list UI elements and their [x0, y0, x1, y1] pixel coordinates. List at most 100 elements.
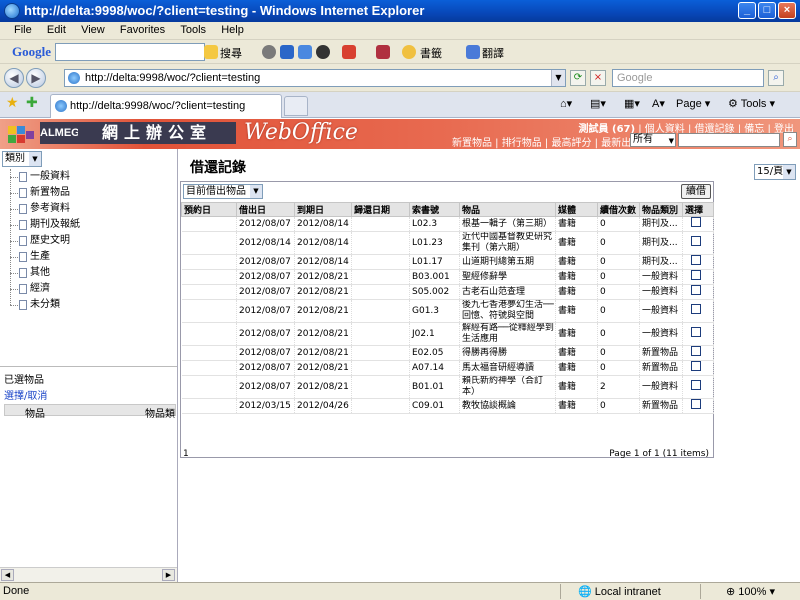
tools-menu[interactable]: ⚙ Tools ▾ [728, 97, 775, 110]
selected-col-item[interactable]: 物品 [25, 405, 45, 420]
page-link-1[interactable]: 1 [183, 449, 189, 459]
sidebar-horizontal-scrollbar[interactable]: ◀ ▶ [0, 567, 177, 582]
tree-item-new[interactable]: 新置物品 [8, 185, 80, 201]
row-select-checkbox[interactable] [691, 346, 701, 356]
menu-help[interactable]: Help [215, 22, 250, 38]
col-item[interactable]: 物品 [459, 202, 556, 217]
menu-tools[interactable]: Tools [174, 22, 212, 38]
stop-button[interactable]: × [590, 70, 606, 86]
category-select[interactable]: 類別 ▼ [2, 151, 42, 167]
row-select-checkbox[interactable] [691, 380, 701, 390]
menu-file[interactable]: File [8, 22, 38, 38]
print-icon[interactable]: ▤▾ [590, 97, 606, 110]
table-row[interactable]: 2012/08/07 2012/08/21 G01.3 後九七香港夢幻生活──回憶、符… [181, 299, 714, 323]
link-new-items[interactable]: 新置物品 [452, 138, 492, 149]
minimize-button[interactable]: _ [738, 2, 756, 19]
globe-icon[interactable] [316, 45, 330, 59]
row-select-checkbox[interactable] [691, 270, 701, 280]
col-select[interactable]: 選擇 [682, 202, 714, 217]
table-row[interactable]: 2012/08/07 2012/08/21 E02.05 得勝再得勝 書籍 0 新置物品 [181, 345, 714, 361]
page-menu[interactable]: Page ▾ [676, 97, 710, 110]
tree-item-production[interactable]: 生產 [8, 249, 80, 265]
table-row[interactable]: 2012/08/07 2012/08/21 S05.002 古老石山范查理 書籍 0 一般資… [181, 284, 714, 300]
new-tab-button[interactable] [284, 96, 308, 116]
menu-view[interactable]: View [75, 22, 111, 38]
site-search-icon[interactable]: ⌕ [783, 132, 797, 147]
translate-icon[interactable] [466, 45, 480, 59]
col-due-date[interactable]: 到期日 [294, 202, 352, 217]
col-borrow-date[interactable]: 借出日 [236, 202, 295, 217]
col-item-type[interactable]: 物品類別 [639, 202, 683, 217]
scroll-right-icon[interactable]: ▶ [162, 569, 175, 581]
address-dropdown-icon[interactable]: ▼ [551, 70, 565, 86]
back-button[interactable]: ◀ [4, 68, 24, 88]
sidebar-splitter[interactable] [0, 366, 177, 370]
favorites-star-icon[interactable]: ★ [6, 95, 19, 111]
table-row[interactable]: 2012/08/07 2012/08/21 B03.001 聖經修辭學 書籍 0 一般資料 [181, 269, 714, 285]
block-icon[interactable] [262, 45, 276, 59]
col-reserve-date[interactable]: 預約日 [181, 202, 237, 217]
row-select-checkbox[interactable] [691, 255, 701, 265]
table-row[interactable]: 2012/08/07 2012/08/21 B01.01 賴氏新約神學（合訂本） 書籍 2… [181, 375, 714, 399]
col-media[interactable]: 媒體 [555, 202, 598, 217]
mail-icon[interactable] [342, 45, 356, 59]
renew-button[interactable]: 續借 [681, 184, 711, 199]
forward-button[interactable]: ▶ [26, 68, 46, 88]
table-row[interactable]: 2012/08/14 2012/08/14 L01.23 近代中國基督教史研究集刊（第… [181, 231, 714, 255]
row-select-checkbox[interactable] [691, 236, 701, 246]
link-ranking[interactable]: 排行物品 [502, 138, 542, 149]
row-select-checkbox[interactable] [691, 285, 701, 295]
close-window-button[interactable]: × [778, 2, 796, 19]
tree-item-general[interactable]: 一般資料 [8, 169, 80, 185]
tree-item-reference[interactable]: 參考資料 [8, 201, 80, 217]
star-icon[interactable] [402, 45, 416, 59]
col-call-number[interactable]: 索書號 [409, 202, 460, 217]
text-size-icon[interactable]: A▾ [652, 97, 665, 110]
row-select-checkbox[interactable] [691, 304, 701, 314]
site-search-input[interactable] [678, 133, 780, 147]
search-icon[interactable] [204, 45, 218, 59]
search-go-icon[interactable]: ⌕ [768, 70, 784, 86]
refresh-button[interactable]: ⟳ [570, 70, 586, 86]
selected-col-type[interactable]: 物品類 [145, 405, 175, 420]
row-select-checkbox[interactable] [691, 217, 701, 227]
row-select-checkbox[interactable] [691, 327, 701, 337]
google-search-button[interactable]: 搜尋 [220, 45, 242, 61]
menu-edit[interactable]: Edit [41, 22, 72, 38]
tree-item-economy[interactable]: 經濟 [8, 281, 80, 297]
book-icon[interactable] [280, 45, 294, 59]
tree-item-other[interactable]: 其他 [8, 265, 80, 281]
col-renew-count[interactable]: 續借次數 [597, 202, 640, 217]
zoom-level[interactable]: ⊕ 100% ▾ [726, 585, 775, 598]
maximize-button[interactable]: □ [758, 2, 776, 19]
table-row[interactable]: 2012/08/07 2012/08/21 J02.1 解經有路──從釋經學到生活應用… [181, 322, 714, 346]
scroll-left-icon[interactable]: ◀ [1, 569, 14, 581]
table-row[interactable]: 2012/08/07 2012/08/14 L02.3 根基一輯子（第三期） 書籍 0 期刊… [181, 216, 714, 232]
translate-button[interactable]: 翻譯 [482, 45, 504, 61]
google-search-input[interactable] [55, 43, 205, 61]
filter-select[interactable]: 目前借出物品 ▼ [183, 184, 263, 199]
bookmarks-button[interactable]: 書籤 [420, 45, 442, 61]
security-zone[interactable]: 🌐 Local intranet [578, 585, 661, 598]
menu-favorites[interactable]: Favorites [114, 22, 171, 38]
link-top-rated[interactable]: 最高評分 [551, 138, 591, 149]
tree-item-periodicals[interactable]: 期刊及報紙 [8, 217, 80, 233]
browser-tab-active[interactable]: http://delta:9998/woc/?client=testing [50, 94, 282, 118]
calendar-icon[interactable] [298, 45, 312, 59]
row-select-checkbox[interactable] [691, 361, 701, 371]
tree-item-history[interactable]: 歷史文明 [8, 233, 80, 249]
address-input[interactable]: http://delta:9998/woc/?client=testing ▼ [64, 69, 566, 87]
live-search-input[interactable]: Google [612, 69, 764, 87]
table-row[interactable]: 2012/08/07 2012/08/14 L01.17 山道期刊總第五期 書籍 0 期刊及… [181, 254, 714, 270]
table-row[interactable]: 2012/03/15 2012/04/26 C09.01 教牧協談概論 書籍 0 新置物品 [181, 398, 714, 414]
page-size-select[interactable]: 15/頁 ▼ [754, 164, 796, 180]
spellcheck-icon[interactable] [376, 45, 390, 59]
tree-item-uncategorized[interactable]: 未分類 [8, 297, 80, 313]
feeds-icon[interactable]: ▦▾ [624, 97, 640, 110]
search-scope-select[interactable]: 所有 ▼ [630, 133, 676, 147]
select-toggle-link[interactable]: 選擇/取消 [4, 387, 47, 402]
col-return-date[interactable]: 歸還日期 [351, 202, 410, 217]
table-row[interactable]: 2012/08/07 2012/08/21 A07.14 馬太福音研經導讀 書籍 0 新置物… [181, 360, 714, 376]
add-favorite-icon[interactable]: ✚ [26, 95, 38, 111]
row-select-checkbox[interactable] [691, 399, 701, 409]
